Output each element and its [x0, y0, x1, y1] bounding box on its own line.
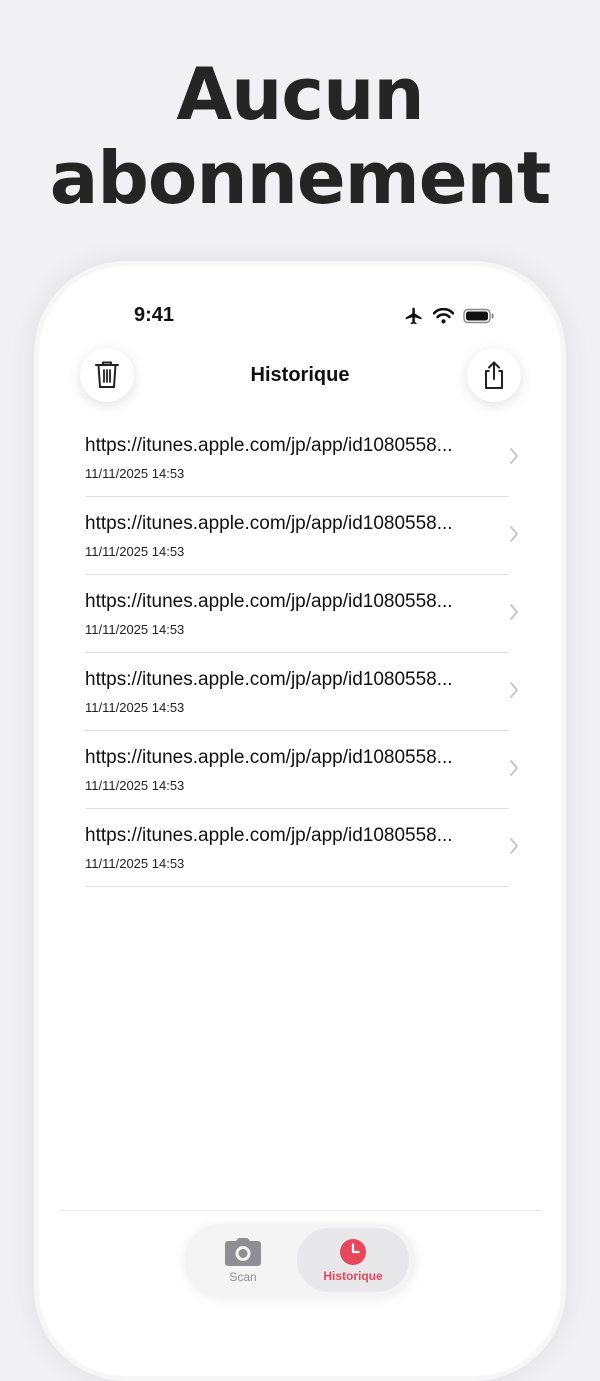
history-date: 11/11/2025 14:53	[85, 700, 185, 715]
headline: Aucun abonnement	[0, 52, 600, 220]
battery-icon	[463, 308, 494, 324]
headline-line-2: abonnement	[49, 136, 551, 220]
history-url: https://itunes.apple.com/jp/app/id108055…	[85, 513, 453, 534]
history-date: 11/11/2025 14:53	[85, 466, 185, 481]
chevron-right-icon	[510, 682, 518, 698]
history-url: https://itunes.apple.com/jp/app/id108055…	[85, 591, 453, 612]
tab-label-historique: Historique	[323, 1268, 383, 1283]
page-title: Historique	[250, 364, 350, 386]
tab-scan[interactable]: Scan	[191, 1228, 295, 1292]
history-list: https://itunes.apple.com/jp/app/id108055…	[85, 419, 518, 887]
chevron-right-icon	[510, 838, 518, 854]
status-icons	[404, 304, 495, 328]
chevron-right-icon	[510, 604, 518, 620]
history-date: 11/11/2025 14:53	[85, 622, 185, 637]
history-date: 11/11/2025 14:53	[85, 856, 185, 871]
history-row[interactable]: https://itunes.apple.com/jp/app/id108055…	[85, 497, 518, 575]
headline-line-1: Aucun	[176, 52, 424, 136]
history-date: 11/11/2025 14:53	[85, 544, 185, 559]
history-date: 11/11/2025 14:53	[85, 778, 185, 793]
share-icon	[485, 361, 503, 389]
history-row[interactable]: https://itunes.apple.com/jp/app/id108055…	[85, 809, 518, 887]
trash-icon	[95, 361, 119, 388]
history-url: https://itunes.apple.com/jp/app/id108055…	[85, 669, 453, 690]
share-button[interactable]	[467, 348, 521, 402]
status-time: 9:41	[133, 304, 175, 326]
tab-bar-divider	[60, 1210, 542, 1211]
phone-screen: 9:41 Historique https://itunes.apple.com…	[39, 266, 561, 1376]
chevron-right-icon	[510, 526, 518, 542]
delete-history-button[interactable]	[80, 348, 134, 402]
phone-frame: 9:41 Historique https://itunes.apple.com…	[34, 261, 566, 1381]
history-row[interactable]: https://itunes.apple.com/jp/app/id108055…	[85, 575, 518, 653]
chevron-right-icon	[510, 448, 518, 464]
tab-label-scan: Scan	[229, 1269, 257, 1284]
history-row[interactable]: https://itunes.apple.com/jp/app/id108055…	[85, 653, 518, 731]
tab-historique[interactable]: Historique	[297, 1228, 409, 1292]
history-row[interactable]: https://itunes.apple.com/jp/app/id108055…	[85, 419, 518, 497]
airplane-icon	[405, 307, 422, 325]
history-url: https://itunes.apple.com/jp/app/id108055…	[85, 435, 453, 456]
chevron-right-icon	[510, 760, 518, 776]
clock-icon	[340, 1238, 366, 1265]
camera-icon	[225, 1237, 261, 1266]
history-url: https://itunes.apple.com/jp/app/id108055…	[85, 825, 453, 846]
tab-bar: Scan Historique	[185, 1224, 415, 1296]
history-row[interactable]: https://itunes.apple.com/jp/app/id108055…	[85, 731, 518, 809]
history-url: https://itunes.apple.com/jp/app/id108055…	[85, 747, 453, 768]
wifi-icon	[433, 308, 454, 324]
